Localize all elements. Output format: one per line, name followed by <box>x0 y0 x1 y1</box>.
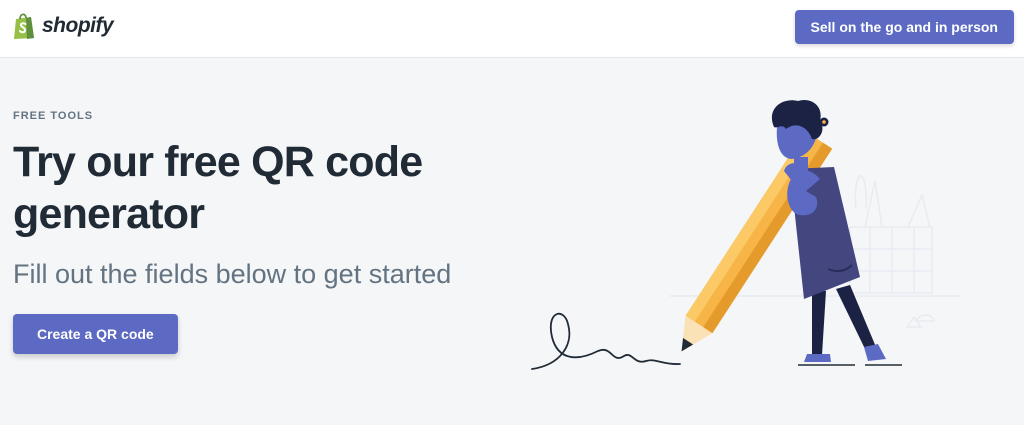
create-qr-code-button[interactable]: Create a QR code <box>13 314 178 354</box>
shopify-bag-icon <box>14 13 34 39</box>
eyebrow-label: FREE TOOLS <box>13 110 94 122</box>
brand-wordmark: shopify <box>42 14 114 37</box>
hero-section: FREE TOOLS Try our free QR code generato… <box>0 59 1024 425</box>
page-title: Try our free QR code generator <box>13 138 423 238</box>
top-navigation-bar: shopify Sell on the go and in person <box>0 0 1024 58</box>
page-subtitle: Fill out the fields below to get started <box>13 259 452 289</box>
shopify-logo[interactable]: shopify <box>12 12 114 40</box>
person-with-pencil-illustration <box>531 99 960 370</box>
sell-on-the-go-button[interactable]: Sell on the go and in person <box>794 10 1014 44</box>
